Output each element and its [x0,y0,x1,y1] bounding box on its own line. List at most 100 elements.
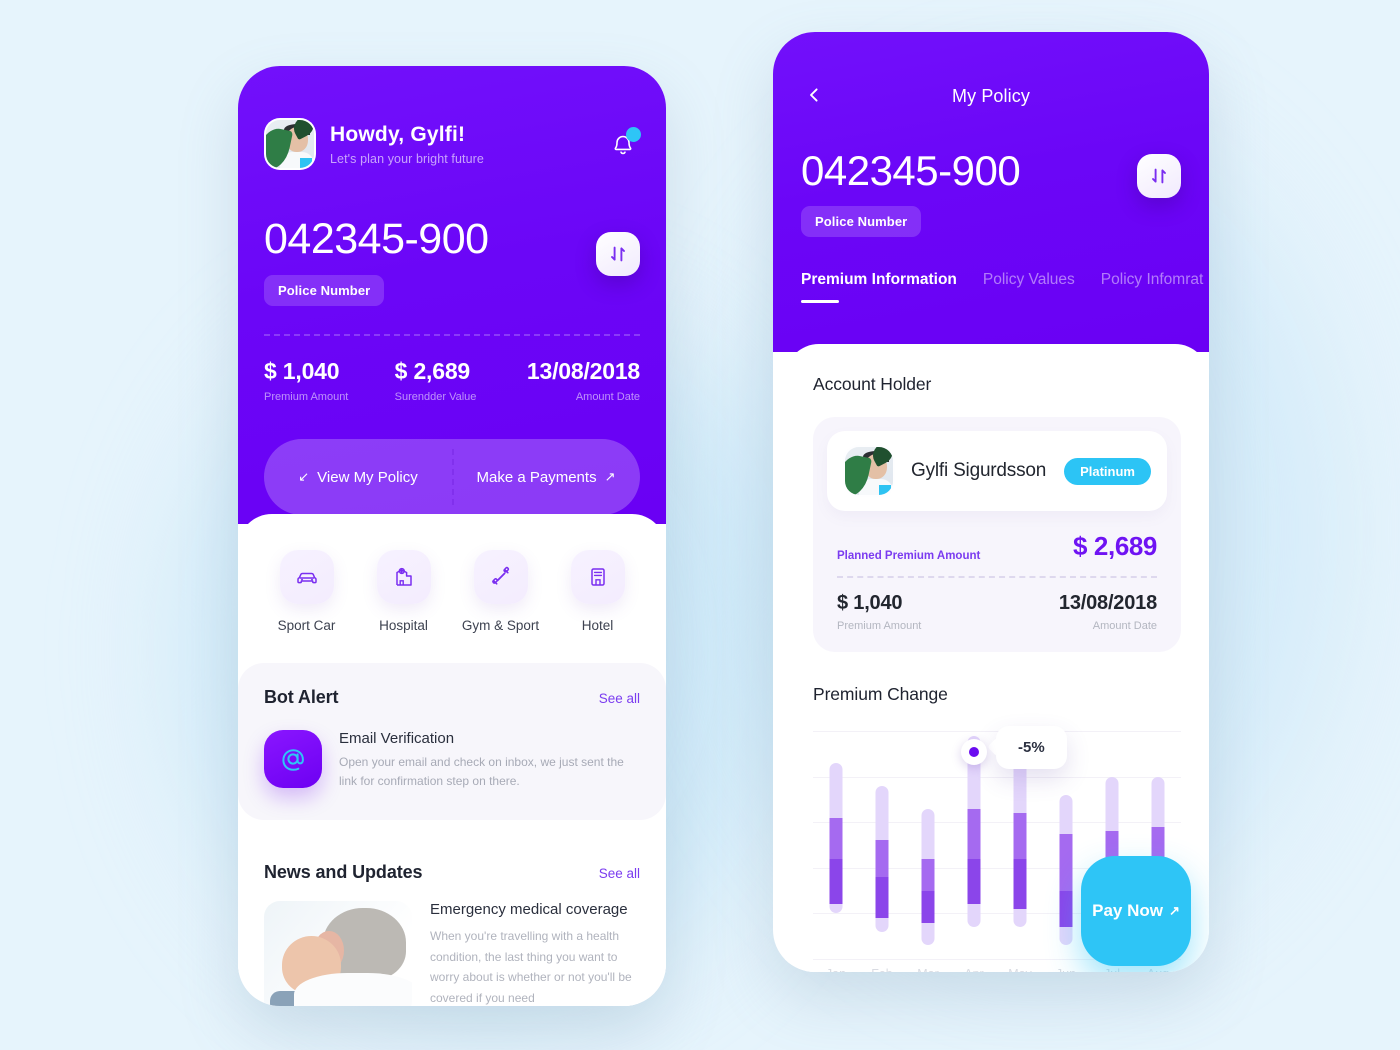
notification-button[interactable] [606,127,641,161]
stat-label: Amount Date [575,391,641,403]
news-item-body: When you're travelling with a health con… [430,928,632,1005]
bar-range [921,808,935,946]
news-header: News and Updates See all [264,862,640,883]
amount-date-value: 13/08/2018 [1058,592,1157,614]
bot-alert-item[interactable]: Email Verification Open your email and c… [264,730,640,792]
home-policy-number: 042345-900 [264,215,489,263]
tab-premium-information[interactable]: Premium Information [801,271,957,303]
policy-content-sheet: Account Holder Gylfi Sigurdsson Platinum… [785,344,1209,972]
category-label: Hotel [581,618,614,633]
tab-policy-values[interactable]: Policy Values [983,271,1075,303]
swap-policy-button[interactable] [596,232,640,276]
stat-premium-amount: $ 1,040 Premium Amount [264,358,387,403]
stat-amount-date: 13/08/2018 Amount Date [517,358,640,403]
category-label: Gym & Sport [461,618,540,633]
stat-surrender-value: $ 2,689 Surendder Value [387,358,518,403]
chart-selected-point[interactable] [961,738,987,765]
news-panel: News and Updates See all Emergency medic… [238,837,666,1006]
greeting-subtitle: Let's plan your bright future [330,151,484,166]
stat-label: Surendder Value [394,391,477,403]
back-button[interactable] [801,82,827,108]
bar-range [1013,744,1027,928]
news-see-all-link[interactable]: See all [599,866,640,881]
chart-bar-feb[interactable] [859,731,905,959]
policy-detail-phone: My Policy 042345-900 Police Number Premi… [773,32,1209,972]
bar-lower-band [829,858,843,905]
news-title: News and Updates [264,861,423,882]
avatar[interactable] [264,118,316,170]
bar-upper-band [875,840,889,877]
category-gym-and-sport[interactable]: Gym & Sport [452,550,549,633]
make-a-payments-label: Make a Payments [476,468,597,486]
account-holder-card: Gylfi Sigurdsson Platinum Planned Premiu… [813,417,1181,652]
hero-divider [264,334,640,336]
policy-hero: My Policy 042345-900 Police Number Premi… [773,32,1209,352]
category-shortcuts: Sport Car Hospital Gym & Sport Hotel [238,514,666,633]
category-sport-car[interactable]: Sport Car [258,550,355,633]
premium-amount-value: $ 1,040 [837,592,903,614]
tab-policy-information[interactable]: Policy Infomrat [1101,271,1204,303]
pay-now-button[interactable]: Pay Now ↗ [1081,856,1191,966]
home-stats-row: $ 1,040 Premium Amount $ 2,689 Surendder… [264,358,640,403]
status-badge: Platinum [1064,457,1151,485]
x-tick-label: Jun [1043,967,1089,972]
news-item[interactable]: Emergency medical coverage When you're t… [264,900,640,1006]
action-divider [452,449,454,505]
pay-now-label: Pay Now [1092,901,1163,920]
dumbbell-icon [473,550,528,604]
bar-lower-band [921,890,935,923]
policy-tabs: Premium Information Policy Values Policy… [801,271,1203,303]
amount-date-block: 13/08/2018 Amount Date [1059,592,1157,632]
chart-bar-apr[interactable] [951,731,997,959]
car-icon [279,550,334,604]
category-label: Sport Car [277,618,336,633]
bar-upper-band [1013,813,1027,859]
account-holder-section-title: Account Holder [813,374,932,394]
bar-range [829,762,843,914]
arrow-down-left-icon: ↙ [298,469,310,484]
chart-bar-mar[interactable] [905,731,951,959]
bot-alert-see-all-link[interactable]: See all [599,691,640,706]
chart-x-axis: JanFebMarAprMayJunJulAug [813,967,1181,972]
bot-alert-panel: Bot Alert See all Email Verification Ope… [238,663,666,820]
bar-lower-band [1059,890,1073,928]
chart-bar-jan[interactable] [813,731,859,959]
premium-amount-label: Premium Amount [837,620,922,632]
amount-date-label: Amount Date [1092,620,1157,632]
chevron-left-icon [810,88,818,102]
make-a-payments-button[interactable]: Make a Payments ↗ [452,469,640,486]
avatar [843,445,895,497]
home-screen-phone: Howdy, Gylfi! Let's plan your bright fut… [238,66,666,1006]
hospital-icon [376,550,431,604]
swap-policy-button[interactable] [1137,154,1181,198]
bot-alert-item-title: Email Verification [339,730,455,747]
home-hero: Howdy, Gylfi! Let's plan your bright fut… [238,66,666,524]
at-sign-icon [264,730,322,788]
swap-vertical-icon [1152,168,1166,184]
x-tick-label: Apr [951,967,997,972]
bar-range [875,785,889,932]
account-holder-row[interactable]: Gylfi Sigurdsson Platinum [827,431,1167,511]
policy-tag: Police Number [801,206,922,237]
news-text: Emergency medical coverage When you're t… [430,901,640,1006]
view-my-policy-label: View My Policy [317,468,418,486]
bar-upper-band [921,858,935,891]
holder-bottom-row: $ 1,040 Premium Amount 13/08/2018 Amount… [827,592,1167,632]
category-hospital[interactable]: Hospital [355,550,452,633]
home-action-buttons: ↙ View My Policy Make a Payments ↗ [264,439,640,515]
bar-upper-band [1059,833,1073,891]
arrow-up-right-icon: ↗ [604,469,616,484]
swap-vertical-icon [611,246,625,262]
bar-lower-band [967,858,981,905]
building-icon [570,550,625,604]
bar-lower-band [1013,858,1027,909]
arrow-up-right-icon: ↗ [1168,903,1180,918]
premium-amount-block: $ 1,040 Premium Amount [837,592,921,632]
home-header-row: Howdy, Gylfi! Let's plan your bright fut… [264,118,641,170]
home-policy-tag: Police Number [264,275,385,306]
category-label: Hospital [379,618,428,633]
category-hotel[interactable]: Hotel [549,550,646,633]
chart-title: Premium Change [813,684,948,704]
greeting-title: Howdy, Gylfi! [330,123,466,147]
view-my-policy-button[interactable]: ↙ View My Policy [264,469,452,486]
